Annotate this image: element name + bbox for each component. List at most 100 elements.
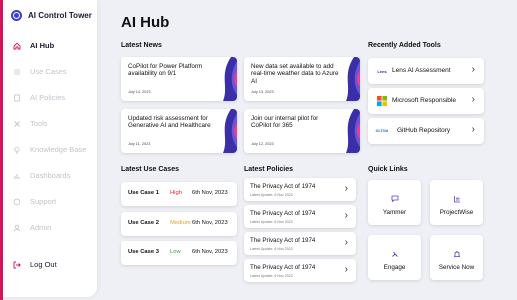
news-title: Updated risk assessment for Generative A… bbox=[128, 115, 211, 130]
quick-link-projectwise[interactable]: ProjectWise bbox=[430, 180, 483, 225]
use-case-date: 6th Nov, 2023 bbox=[192, 249, 228, 255]
news-art-graphic bbox=[223, 57, 237, 101]
sidebar-item-label: AI Policies bbox=[30, 93, 66, 102]
quick-link-yammer[interactable]: Yammer bbox=[368, 180, 421, 225]
use-case-name: Use Case 3 bbox=[128, 249, 159, 255]
quick-link-label: Yammer bbox=[382, 209, 407, 216]
news-card[interactable]: New data set available to add real-time … bbox=[244, 57, 360, 101]
news-art-graphic bbox=[223, 109, 237, 153]
logout-button[interactable]: Log Out bbox=[13, 260, 57, 269]
policy-row[interactable]: The Privacy Act of 1974 Latest Update: 6… bbox=[244, 178, 356, 201]
chevron-right-icon: › bbox=[344, 237, 348, 248]
latest-use-cases-title: Latest Use Cases bbox=[121, 166, 179, 173]
list-icon bbox=[13, 68, 21, 76]
logout-icon bbox=[13, 261, 21, 269]
latest-policies-title: Latest Policies bbox=[244, 166, 294, 173]
news-card[interactable]: Updated risk assessment for Generative A… bbox=[121, 109, 237, 153]
use-case-row[interactable]: Use Case 3 Low 6th Nov, 2023 bbox=[121, 241, 237, 265]
news-date: July 12, 2023 bbox=[251, 142, 274, 146]
quick-link-label: ProjectWise bbox=[439, 209, 474, 216]
quick-link-service-now[interactable]: Service Now bbox=[430, 235, 483, 280]
use-case-level: Low bbox=[170, 249, 181, 255]
tool-card-microsoft[interactable]: Microsoft Responsible › bbox=[368, 88, 484, 114]
news-date: July 11, 2023 bbox=[128, 142, 151, 146]
project-icon bbox=[430, 195, 483, 205]
use-case-date: 6th Nov, 2023 bbox=[192, 220, 228, 226]
news-title: CoPilot for Power Platform availability … bbox=[128, 63, 203, 78]
quick-links-title: Quick Links bbox=[368, 166, 408, 173]
use-case-date: 6th Nov, 2023 bbox=[192, 190, 228, 196]
chevron-right-icon: › bbox=[471, 94, 475, 105]
latest-news-title: Latest News bbox=[121, 42, 162, 49]
policy-row[interactable]: The Privacy Act of 1974 Latest Update: 6… bbox=[244, 259, 356, 282]
sidebar-item-knowledge-base[interactable]: Knowledge Base bbox=[13, 145, 86, 154]
news-card[interactable]: CoPilot for Power Platform availability … bbox=[121, 57, 237, 101]
sidebar-item-label: Admin bbox=[30, 223, 52, 232]
tool-card-lens[interactable]: Lens Lens AI Assessment › bbox=[368, 58, 484, 84]
use-case-row[interactable]: Use Case 2 Medium 6th Nov, 2023 bbox=[121, 212, 237, 236]
tools-icon bbox=[13, 120, 21, 128]
sidebar-item-label: Tools bbox=[30, 119, 48, 128]
sidebar-item-tools[interactable]: Tools bbox=[13, 119, 48, 128]
chevron-right-icon: › bbox=[471, 64, 475, 75]
admin-icon bbox=[13, 224, 21, 232]
news-card[interactable]: Join our internal pilot for CoPilot for … bbox=[244, 109, 360, 153]
sidebar-item-admin[interactable]: Admin bbox=[13, 223, 51, 232]
engage-icon bbox=[368, 250, 421, 260]
sidebar: AI Control Tower AI Hub Use Cases AI Pol… bbox=[3, 0, 97, 297]
news-title: New data set available to add real-time … bbox=[251, 63, 339, 85]
policy-updated: Latest Update: 6 Nov 2023 bbox=[250, 220, 293, 224]
policy-row[interactable]: The Privacy Act of 1974 Latest Update: 6… bbox=[244, 232, 356, 255]
document-icon bbox=[13, 94, 21, 102]
quick-link-label: Service Now bbox=[438, 264, 475, 271]
sidebar-item-ai-policies[interactable]: AI Policies bbox=[13, 93, 65, 102]
policy-updated: Latest Update: 6 Nov 2023 bbox=[250, 247, 293, 251]
brand[interactable]: AI Control Tower bbox=[11, 10, 92, 21]
news-date: July 14, 2023 bbox=[128, 90, 151, 94]
sidebar-item-label: Dashboards bbox=[30, 171, 71, 180]
service-icon bbox=[430, 250, 483, 260]
news-date: July 13, 2023 bbox=[251, 90, 274, 94]
tool-name: GitHub Repository bbox=[397, 127, 451, 134]
chevron-right-icon: › bbox=[344, 210, 348, 221]
page-title: AI Hub bbox=[121, 14, 170, 31]
brand-logo-icon bbox=[11, 10, 22, 21]
sidebar-item-support[interactable]: Support bbox=[13, 197, 56, 206]
news-art-graphic bbox=[346, 57, 360, 101]
news-title: Join our internal pilot for CoPilot for … bbox=[251, 115, 319, 130]
lens-logo-icon: Lens bbox=[377, 68, 387, 74]
sidebar-item-ai-hub[interactable]: AI Hub bbox=[13, 41, 54, 50]
sidebar-item-label: AI Hub bbox=[30, 41, 55, 50]
tool-name: Lens AI Assessment bbox=[392, 67, 451, 74]
sidebar-item-dashboards[interactable]: Dashboards bbox=[13, 171, 70, 180]
microsoft-logo-icon bbox=[376, 96, 388, 106]
bar-chart-icon bbox=[13, 172, 21, 180]
tool-name: Microsoft Responsible bbox=[392, 97, 456, 104]
news-art-graphic bbox=[346, 109, 360, 153]
use-case-level: High bbox=[170, 190, 182, 196]
use-case-name: Use Case 1 bbox=[128, 190, 159, 196]
tool-card-github[interactable]: OLTIVA GitHub Repository › bbox=[368, 118, 484, 144]
use-case-row[interactable]: Use Case 1 High 6th Nov, 2023 bbox=[121, 182, 237, 206]
sidebar-item-label: Knowledge Base bbox=[30, 145, 87, 154]
lightbulb-icon bbox=[13, 146, 21, 154]
policy-updated: Latest Update: 6 Nov 2023 bbox=[250, 193, 293, 197]
help-icon bbox=[13, 198, 21, 206]
chat-icon bbox=[368, 195, 421, 204]
policy-title: The Privacy Act of 1974 bbox=[250, 183, 316, 190]
home-icon bbox=[13, 42, 21, 50]
sidebar-item-label: Support bbox=[30, 197, 57, 206]
sidebar-item-use-cases[interactable]: Use Cases bbox=[13, 67, 67, 76]
quick-link-engage[interactable]: Engage bbox=[368, 235, 421, 280]
chevron-right-icon: › bbox=[344, 183, 348, 194]
logout-label: Log Out bbox=[30, 260, 57, 269]
recently-added-tools-title: Recently Added Tools bbox=[368, 42, 441, 49]
policy-updated: Latest Update: 6 Nov 2023 bbox=[250, 274, 293, 278]
sidebar-item-label: Use Cases bbox=[30, 67, 67, 76]
chevron-right-icon: › bbox=[471, 124, 475, 135]
oltiva-logo-icon: OLTIVA bbox=[375, 129, 389, 133]
use-case-name: Use Case 2 bbox=[128, 220, 159, 226]
quick-link-label: Engage bbox=[383, 264, 406, 271]
brand-name: AI Control Tower bbox=[28, 11, 92, 20]
policy-row[interactable]: The Privacy Act of 1974 Latest Update: 6… bbox=[244, 205, 356, 228]
